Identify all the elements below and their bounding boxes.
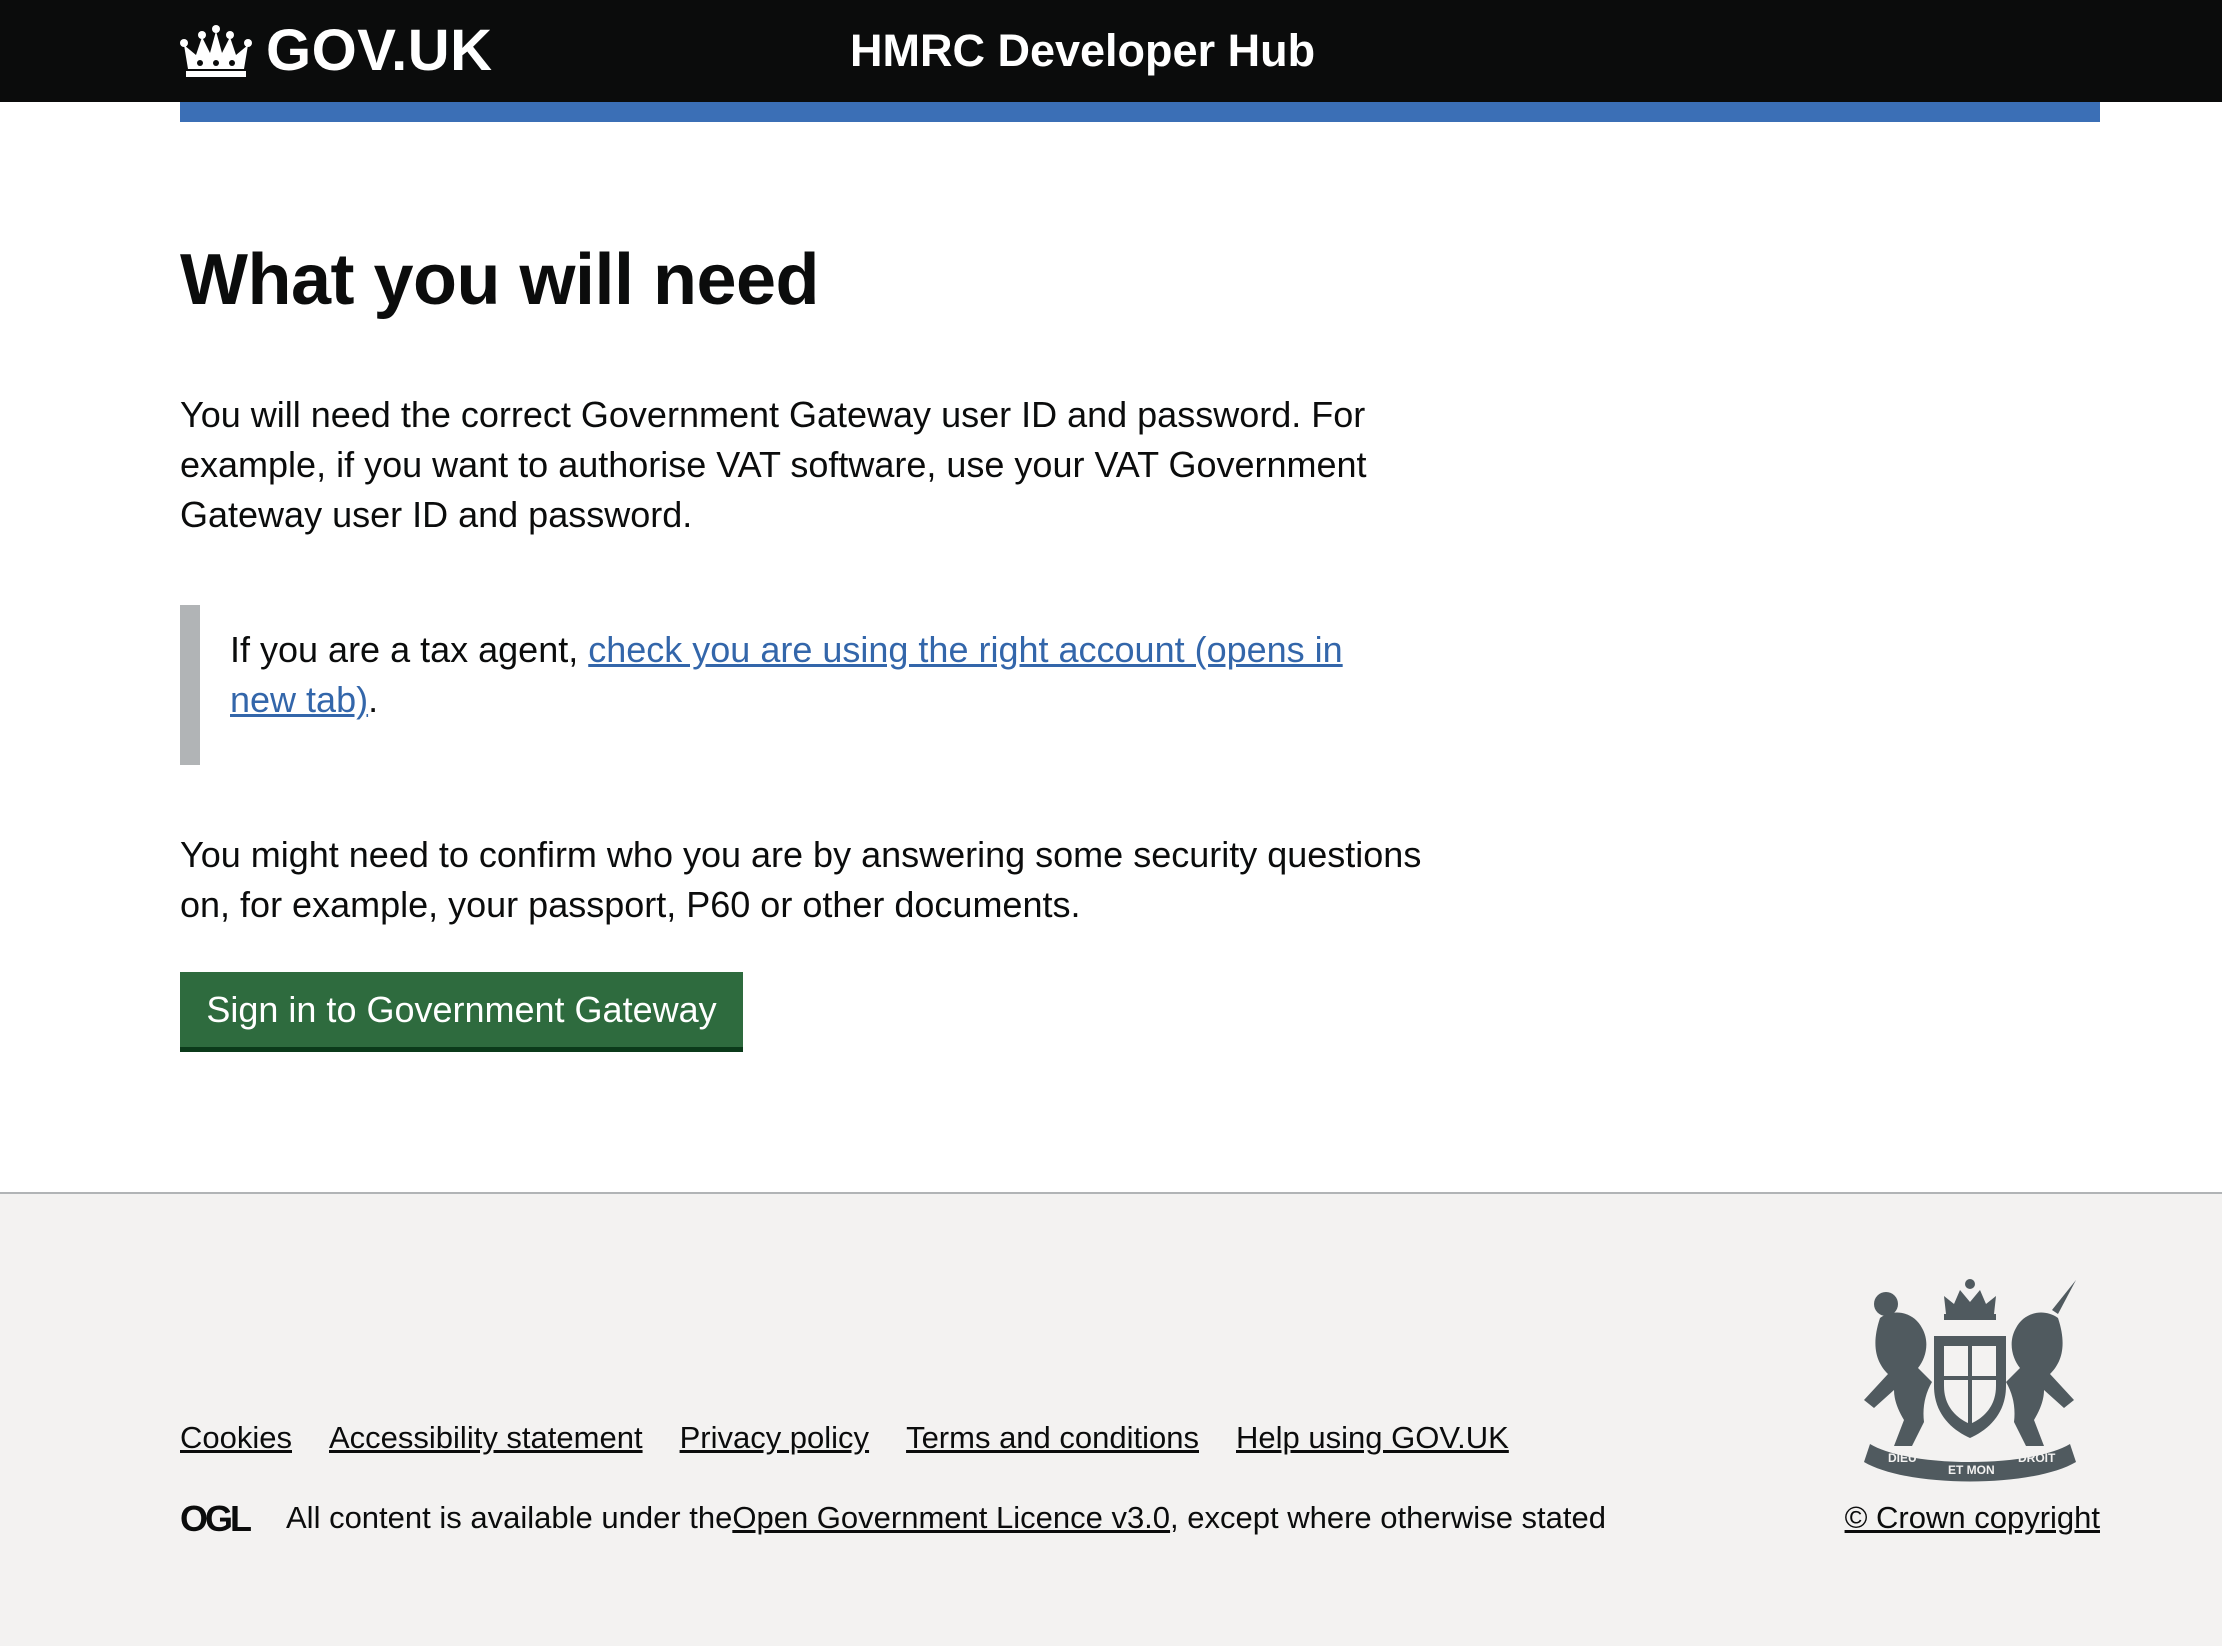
intro-paragraph: You will need the correct Government Gat… bbox=[180, 394, 1367, 535]
licence-row: OGL All content is available under the O… bbox=[180, 1498, 1606, 1538]
inset-text: If you are a tax agent, check you are us… bbox=[180, 605, 1400, 765]
page-footer: Cookies Accessibility statement Privacy … bbox=[0, 1192, 2222, 1646]
royal-coat-of-arms-icon: DIEU ET MON DROIT bbox=[1864, 1279, 2076, 1482]
service-name-link[interactable]: HMRC Developer Hub bbox=[850, 22, 1315, 80]
crest-motto-droit: DROIT bbox=[2018, 1451, 2056, 1465]
ogl-logo-icon: OGL bbox=[180, 1501, 254, 1535]
inset-prefix: If you are a tax agent, bbox=[230, 629, 589, 670]
footer-link-help[interactable]: Help using GOV.UK bbox=[1236, 1418, 1509, 1458]
main-content: What you will need You will need the cor… bbox=[180, 230, 1480, 930]
sign-in-button[interactable]: Sign in to Government Gateway bbox=[180, 972, 743, 1052]
crest-motto-dieu: DIEU bbox=[1888, 1451, 1917, 1465]
footer-link-terms[interactable]: Terms and conditions bbox=[906, 1418, 1199, 1458]
licence-prefix: All content is available under the bbox=[286, 1500, 733, 1535]
govuk-logo-link[interactable]: GOV.UK bbox=[180, 18, 492, 84]
govuk-logo-text: GOV.UK bbox=[266, 18, 493, 83]
ogl-logo-text: OGL bbox=[180, 1501, 251, 1535]
page-title: What you will need bbox=[180, 240, 820, 320]
inset-paragraph: If you are a tax agent, check you are us… bbox=[230, 625, 1400, 725]
crown-icon bbox=[180, 25, 252, 77]
licence-suffix: , except where otherwise stated bbox=[1170, 1500, 1606, 1535]
page-header: GOV.UK HMRC Developer Hub bbox=[0, 0, 2222, 102]
open-government-licence-link[interactable]: Open Government Licence v3.0 bbox=[732, 1498, 1170, 1538]
crown-copyright-link[interactable]: © Crown copyright bbox=[1845, 1498, 2100, 1538]
crest-motto-et-mon: ET MON bbox=[1948, 1463, 1995, 1477]
footer-link-privacy[interactable]: Privacy policy bbox=[680, 1418, 870, 1458]
header-blue-bar bbox=[180, 102, 2100, 122]
inset-suffix: . bbox=[368, 679, 379, 720]
footer-links: Cookies Accessibility statement Privacy … bbox=[180, 1418, 1509, 1458]
security-questions-paragraph: You might need to confirm who you are by… bbox=[180, 834, 1422, 925]
footer-link-cookies[interactable]: Cookies bbox=[180, 1418, 292, 1458]
footer-link-accessibility[interactable]: Accessibility statement bbox=[329, 1418, 643, 1458]
